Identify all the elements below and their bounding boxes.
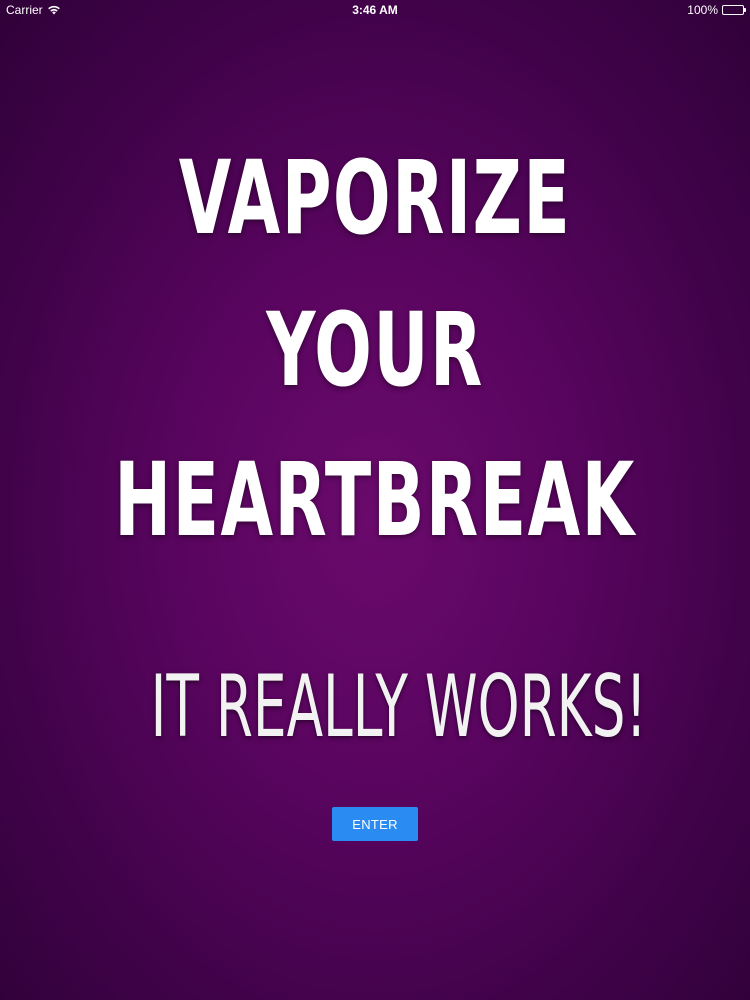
battery-percent: 100%	[687, 3, 718, 17]
status-bar: Carrier 3:46 AM 100%	[0, 0, 750, 20]
headline-line-1: VAPORIZE	[178, 139, 572, 258]
status-bar-right: 100%	[687, 3, 746, 17]
battery-icon	[722, 5, 746, 15]
status-time: 3:46 AM	[352, 3, 398, 17]
enter-button[interactable]: ENTER	[332, 807, 418, 841]
welcome-screen: Carrier 3:46 AM 100% VAPORIZE YOUR HEART…	[0, 0, 750, 1000]
headline-line-2: YOUR	[266, 291, 484, 410]
tagline: IT REALLY WORKS!	[150, 657, 647, 757]
headline-line-3: HEARTBREAK	[114, 441, 636, 560]
